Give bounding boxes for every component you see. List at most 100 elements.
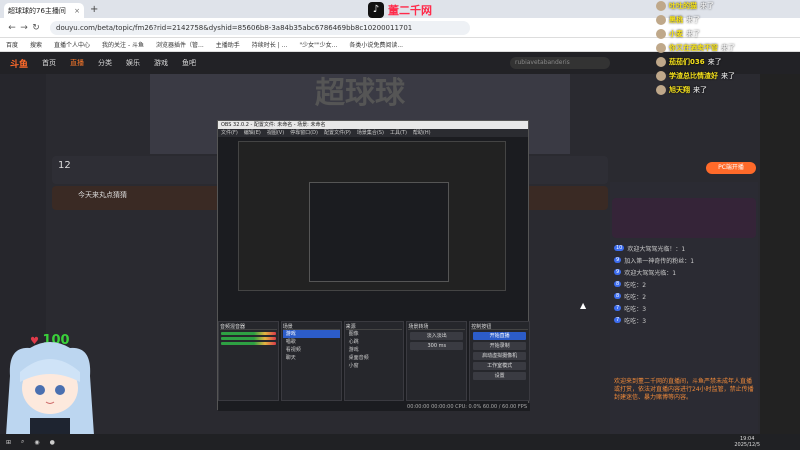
close-tab-icon[interactable]: × — [74, 7, 80, 15]
audio-meter[interactable] — [221, 342, 276, 345]
arrival-row: 你又在酒卖不管 来了 — [656, 42, 776, 54]
chat-row: 7 吃吃：3 — [610, 314, 758, 326]
chat-row: 8 吃吃：2 — [610, 278, 758, 290]
bookmark-item[interactable]: 主播助手 — [216, 40, 240, 49]
audio-meter[interactable] — [221, 332, 276, 335]
bookmark-item[interactable]: 我的关注 - 斗鱼 — [102, 40, 144, 49]
nav-yuba[interactable]: 鱼吧 — [182, 58, 196, 68]
site-logo[interactable]: 斗鱼 — [10, 57, 28, 70]
system-clock: 19:04 2025/12/5 — [734, 436, 760, 448]
obs-preview[interactable] — [238, 141, 506, 291]
transition-select[interactable]: 淡入淡出 — [410, 332, 464, 340]
obs-menu-scenes[interactable]: 场景集合(S) — [357, 129, 384, 137]
pc-live-button[interactable]: PC端开播 — [706, 162, 756, 174]
chat-text: 欢迎大驾驾光临：1 — [624, 269, 677, 277]
url-text: douyu.com/beta/topic/fm26?rid=2142758&dy… — [56, 23, 413, 32]
bookmark-item[interactable]: 百度 — [6, 40, 18, 49]
start-streaming-button[interactable]: 开始直播 — [473, 332, 526, 340]
bookmark-item[interactable]: 直播个人中心 — [54, 40, 90, 49]
new-tab-icon[interactable]: + — [90, 4, 98, 15]
source-item[interactable]: 小窗 — [346, 362, 403, 370]
nav-games[interactable]: 游戏 — [154, 58, 168, 68]
nav-live[interactable]: 直播 — [70, 58, 84, 68]
avatar-icon — [656, 15, 666, 25]
nav-home[interactable]: 首页 — [42, 58, 56, 68]
arrival-row: 旭天翔 来了 — [656, 84, 776, 96]
arrival-verb: 来了 — [707, 58, 722, 66]
windows-start-icon[interactable]: ⊞ — [6, 439, 11, 446]
scene-item[interactable]: 唱歌 — [283, 338, 340, 346]
search-icon[interactable]: ⌕ — [21, 438, 24, 446]
fan-badge: 8 — [614, 293, 622, 299]
obs-menu-help[interactable]: 帮助(H) — [413, 129, 431, 137]
arrival-row: 学渣总比情渣好 来了 — [656, 70, 776, 82]
nav-category[interactable]: 分类 — [98, 58, 112, 68]
obs-menu-tools[interactable]: 工具(T) — [390, 129, 407, 137]
browser-taskbar-icon[interactable]: ◉ — [34, 439, 39, 446]
clock-date: 2025/12/5 — [734, 442, 760, 448]
avatar-icon — [656, 43, 666, 53]
arrival-verb: 来了 — [686, 16, 700, 24]
duration-input[interactable]: 300 ms — [410, 342, 464, 350]
bookmark-item[interactable]: 搜索 — [30, 40, 42, 49]
bookmark-item[interactable]: 各类小说免费阅读... — [349, 40, 403, 49]
url-input[interactable]: douyu.com/beta/topic/fm26?rid=2142758&dy… — [50, 20, 470, 35]
obs-menu-view[interactable]: 视图(V) — [267, 129, 284, 137]
forward-icon[interactable]: → — [18, 23, 30, 33]
audio-meter[interactable] — [221, 337, 276, 340]
welcome-notice: 欢迎来到董二千网的直播间，斗鱼严禁未成年人直播或打赏，依法对直播内容进行24小时… — [614, 378, 754, 401]
obs-menu-profile[interactable]: 配置文件(P) — [324, 129, 351, 137]
studio-mode-button[interactable]: 工作室模式 — [473, 362, 526, 370]
gift-rank-panel — [612, 198, 756, 238]
reload-icon[interactable]: ↻ — [30, 23, 42, 33]
source-item[interactable]: 游戏 — [346, 346, 403, 354]
avatar-icon — [656, 71, 666, 81]
chat-text: 吃吃：2 — [624, 281, 647, 289]
source-item[interactable]: 图像 — [346, 330, 403, 338]
arrival-name: 旭天翔 — [669, 86, 690, 94]
start-recording-button[interactable]: 开始录制 — [473, 342, 526, 350]
fan-badge: 10 — [614, 245, 625, 251]
obs-menu-edit[interactable]: 编辑(E) — [244, 129, 261, 137]
chat-text: 加入第一神奇传的粉丝：1 — [624, 257, 695, 265]
back-icon[interactable]: ← — [6, 23, 18, 33]
right-promo-column — [760, 74, 800, 434]
arrival-row: 吐吐的猫 来了 — [656, 0, 776, 12]
fan-badge: 9 — [614, 269, 622, 275]
bookmark-item[interactable]: 持续时长 | ... — [252, 40, 288, 49]
chat-row: 9 加入第一神奇传的粉丝：1 — [610, 254, 758, 266]
chat-row: 8 吃吃：2 — [610, 290, 758, 302]
bookmark-item[interactable]: 浏览器插件（管... — [156, 40, 204, 49]
chat-row: 7 吃吃：3 — [610, 302, 758, 314]
bookmark-item[interactable]: "少女""少女... — [299, 40, 337, 49]
settings-button[interactable]: 设置 — [473, 372, 526, 380]
source-item[interactable]: 桌面音频 — [346, 354, 403, 362]
source-item[interactable]: 心跳 — [346, 338, 403, 346]
search-input[interactable]: rubiavetabanderis — [510, 57, 610, 69]
fan-badge: 8 — [614, 281, 622, 287]
arrival-overlay: 吐吐的猫 来了 黑桃 来了 小麦 来了 你又在酒卖不管 来了 茄茄们036 来了 学渣总比… — [656, 0, 776, 98]
scene-item[interactable]: 游戏 — [282, 330, 340, 338]
obs-menu: 文件(F) 编辑(E) 视图(V) 停靠窗口(D) 配置文件(P) 场景集合(S… — [218, 129, 528, 137]
tab-title: 超球球的76主播间 — [8, 6, 66, 15]
chat-text: 吃吃：2 — [624, 293, 647, 301]
obs-taskbar-icon[interactable]: ● — [50, 439, 55, 446]
room-name: 今天来丸点猜猜 — [78, 191, 127, 199]
scenes-dock: 场景 游戏 唱歌 看视频 聊天 — [280, 321, 342, 401]
arrival-row: 小麦 来了 — [656, 28, 776, 40]
transitions-dock: 场景转场 淡入淡出 300 ms — [406, 321, 468, 401]
arrival-verb: 来了 — [686, 30, 700, 38]
scene-item[interactable]: 看视频 — [283, 346, 340, 354]
obs-menu-file[interactable]: 文件(F) — [221, 129, 238, 137]
browser-tab[interactable]: 超球球的76主播间 × — [4, 3, 84, 18]
dock-header: 控制按钮 — [471, 323, 528, 330]
avatar-icon — [656, 85, 666, 95]
arrival-verb: 来了 — [721, 72, 735, 80]
arrival-row: 黑桃 来了 — [656, 14, 776, 26]
virtual-camera-button[interactable]: 启动虚拟摄像机 — [473, 352, 526, 360]
arrival-name: 学渣总比情渣好 — [669, 72, 718, 80]
obs-menu-docks[interactable]: 停靠窗口(D) — [290, 129, 318, 137]
scene-item[interactable]: 聊天 — [283, 354, 340, 362]
nav-entertainment[interactable]: 娱乐 — [126, 58, 140, 68]
arrival-name: 你又在酒卖不管 — [669, 44, 718, 52]
